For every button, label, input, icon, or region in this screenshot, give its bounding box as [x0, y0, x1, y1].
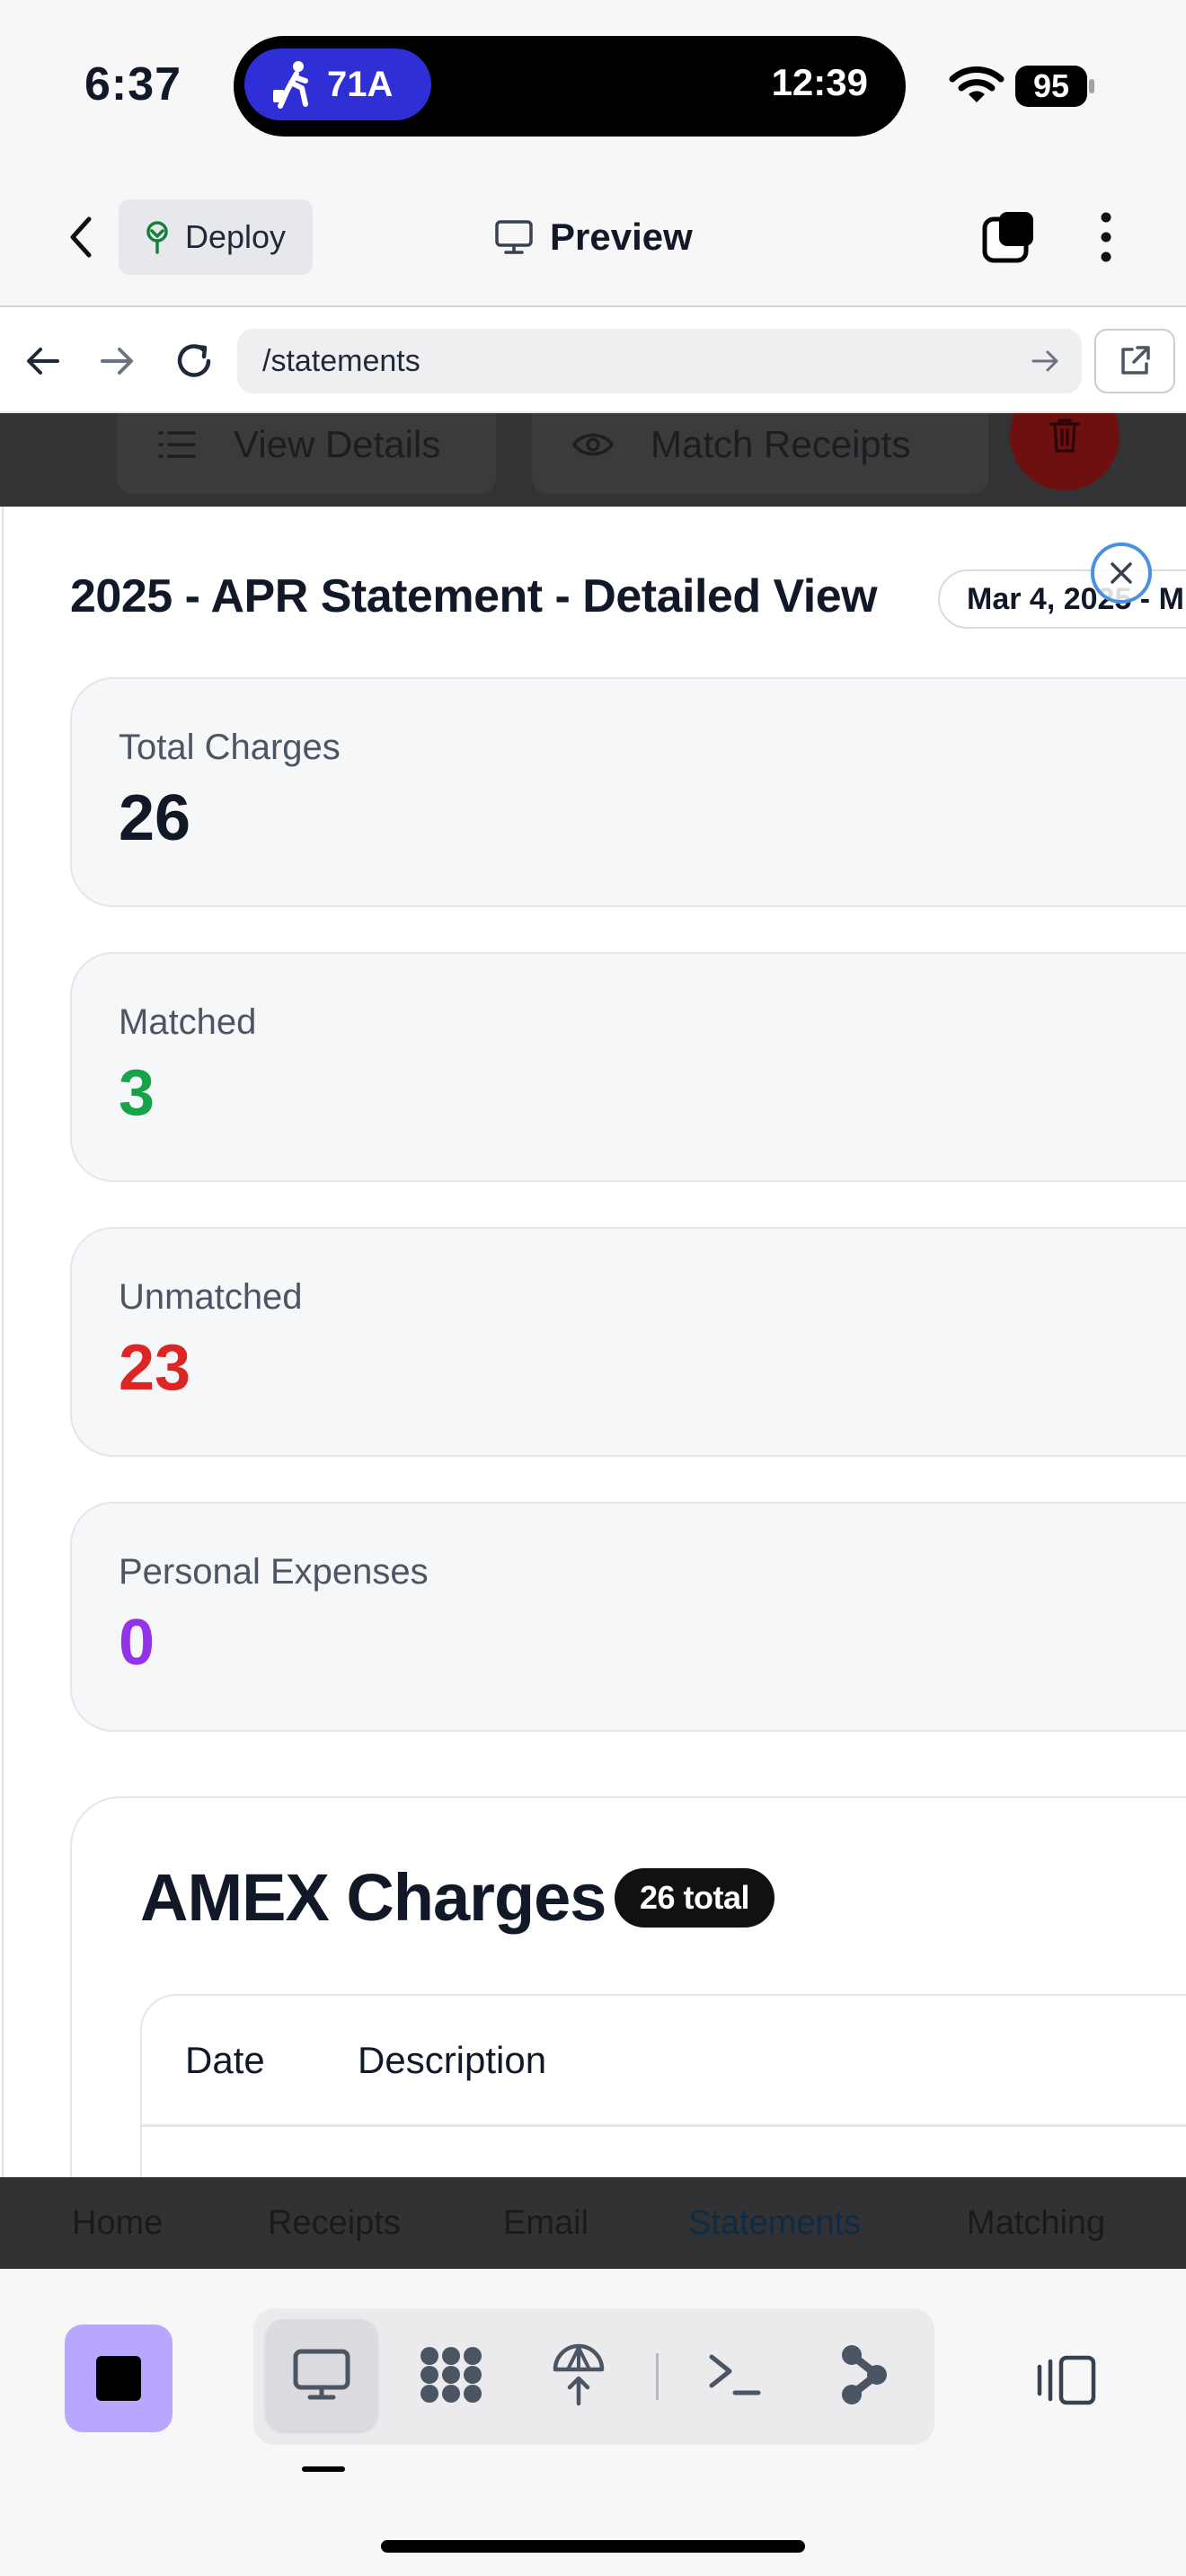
stat-value: 23	[119, 1332, 191, 1404]
url-input[interactable]: /statements	[237, 329, 1082, 393]
external-link-icon	[1121, 346, 1150, 375]
tool-preview[interactable]	[266, 2319, 377, 2430]
app-bottom-nav: Home Receipts Email Statements Matching	[0, 2177, 1186, 2269]
amex-charges-card: AMEX Charges 26 total Date Description	[70, 1796, 1186, 2179]
url-text: /statements	[262, 343, 420, 378]
close-modal-button[interactable]	[1091, 543, 1152, 604]
active-tool-indicator	[302, 2466, 345, 2472]
apps-icon	[420, 2347, 482, 2403]
charges-title: AMEX Charges	[140, 1860, 606, 1935]
wifi-icon	[949, 66, 1005, 102]
view-details-button[interactable]: View Details	[117, 413, 496, 494]
nav-tab-receipts[interactable]: Receipts	[268, 2204, 401, 2243]
column-header-description[interactable]: Description	[358, 2039, 546, 2082]
layout-toggle-button[interactable]	[1031, 2344, 1103, 2416]
deploy-tree-icon	[146, 221, 168, 254]
deploy-icon	[553, 2343, 605, 2406]
stat-label: Unmatched	[119, 1277, 303, 1317]
statement-detail-modal: 2025 - APR Statement - Detailed View Mar…	[2, 507, 1186, 2179]
trash-icon	[1049, 419, 1080, 453]
table-header-row: Date Description	[142, 1996, 1186, 2127]
tool-separator	[656, 2353, 659, 2400]
tool-deployments[interactable]	[523, 2319, 634, 2430]
stat-label: Personal Expenses	[119, 1552, 429, 1592]
preview-tab-title: Preview	[494, 210, 693, 264]
stat-label: Total Charges	[119, 728, 341, 767]
stat-value: 26	[119, 782, 191, 854]
home-indicator	[381, 2540, 805, 2553]
transit-activity-pill[interactable]: 71A	[244, 49, 431, 120]
arrow-right-icon	[101, 348, 133, 375]
monitor-icon	[495, 220, 533, 254]
status-time: 6:37	[84, 58, 182, 110]
delete-statement-button[interactable]	[1010, 413, 1120, 490]
arrow-left-icon	[27, 348, 59, 375]
match-receipts-button[interactable]: Match Receipts	[532, 413, 988, 494]
git-icon	[842, 2345, 887, 2404]
nav-back-button[interactable]	[18, 336, 68, 386]
stop-button[interactable]	[65, 2325, 173, 2432]
tool-shell[interactable]	[679, 2319, 791, 2430]
reload-button[interactable]	[169, 336, 219, 386]
eye-icon	[571, 433, 615, 456]
nav-tab-home[interactable]: Home	[72, 2204, 163, 2243]
stop-icon	[96, 2356, 141, 2401]
dynamic-island[interactable]: 71A 12:39	[234, 36, 906, 137]
match-receipts-label: Match Receipts	[651, 423, 911, 465]
workspace-dock	[0, 2269, 1186, 2576]
tool-switcher	[253, 2308, 934, 2445]
dimmed-overlay-strip: View Details Match Receipts	[0, 413, 1186, 507]
transit-time: 12:39	[771, 61, 868, 103]
workspace-top-bar: Deploy Preview	[0, 171, 1186, 305]
stat-card-unmatched: Unmatched 23	[70, 1227, 1186, 1457]
nav-tab-email[interactable]: Email	[503, 2204, 589, 2243]
nav-forward-button[interactable]	[92, 336, 142, 386]
view-details-label: View Details	[234, 423, 441, 465]
url-go-arrow-icon[interactable]	[1030, 345, 1062, 377]
open-external-button[interactable]	[1094, 329, 1175, 393]
charges-count-badge: 26 total	[615, 1868, 775, 1928]
deploy-label: Deploy	[185, 218, 287, 255]
status-bar: 6:37 71A 12:39 95	[0, 0, 1186, 171]
battery-cap	[1089, 79, 1094, 93]
reload-icon	[177, 344, 211, 377]
tabs-switcher-icon[interactable]	[979, 208, 1037, 266]
modal-title: 2025 - APR Statement - Detailed View	[70, 570, 878, 622]
shell-icon	[709, 2354, 761, 2395]
chevron-left-icon	[70, 216, 92, 258]
battery-indicator: 95	[1015, 66, 1087, 107]
walking-person-icon	[273, 61, 308, 109]
preview-icon	[293, 2349, 350, 2400]
stat-label: Matched	[119, 1002, 257, 1042]
list-icon	[158, 431, 196, 458]
url-bar: /statements	[0, 305, 1186, 413]
tool-git[interactable]	[809, 2319, 920, 2430]
deploy-button[interactable]: Deploy	[119, 199, 313, 275]
back-button[interactable]	[54, 210, 108, 264]
preview-label: Preview	[550, 216, 693, 258]
nav-tab-matching[interactable]: Matching	[967, 2204, 1105, 2243]
charges-table: Date Description	[140, 1994, 1186, 2179]
more-vertical-icon[interactable]	[1093, 208, 1120, 266]
split-layout-icon	[1037, 2355, 1096, 2405]
app-preview: View Details Match Receipts 2025 - APR S…	[0, 413, 1186, 2179]
stat-card-total-charges: Total Charges 26	[70, 677, 1186, 907]
stat-card-personal-expenses: Personal Expenses 0	[70, 1502, 1186, 1732]
stat-value: 0	[119, 1607, 155, 1679]
tool-apps[interactable]	[395, 2319, 507, 2430]
close-icon	[1111, 562, 1132, 584]
transit-route: 71A	[327, 64, 394, 104]
column-header-date[interactable]: Date	[185, 2039, 265, 2082]
nav-tab-statements[interactable]: Statements	[688, 2204, 861, 2243]
stat-card-matched: Matched 3	[70, 952, 1186, 1182]
stat-value: 3	[119, 1057, 155, 1129]
